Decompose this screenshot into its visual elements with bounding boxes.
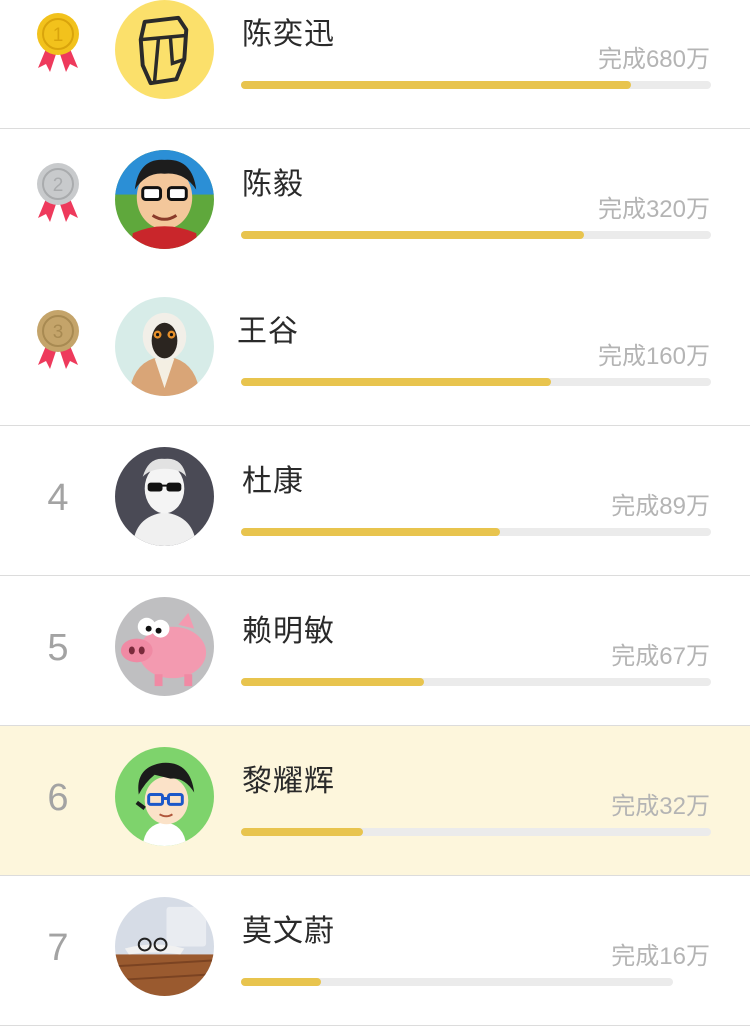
progress-track (241, 678, 711, 686)
ranking-row[interactable]: 5 赖明敏完成67万 (0, 576, 750, 726)
progress-fill (241, 528, 500, 536)
progress-track (241, 528, 711, 536)
ranking-row[interactable]: 2 陈毅完成320万 (0, 129, 750, 279)
rank-number: 4 (47, 477, 69, 519)
rank-number: 7 (47, 927, 69, 969)
ranking-row[interactable]: 6 黎耀辉完成32万 (0, 726, 750, 876)
avatar[interactable] (115, 897, 214, 996)
svg-text:2: 2 (53, 175, 64, 196)
svg-text:1: 1 (53, 25, 64, 46)
completion-text: 完成160万 (597, 343, 710, 370)
avatar[interactable] (115, 0, 214, 99)
bronze-medal-icon: 3 (34, 307, 82, 373)
completion-text: 完成320万 (597, 196, 710, 223)
progress-fill (241, 378, 551, 386)
user-name: 黎耀辉 (242, 764, 335, 799)
svg-text:3: 3 (53, 322, 64, 343)
user-name: 陈毅 (242, 167, 304, 202)
avatar[interactable] (115, 150, 214, 249)
ranking-row[interactable]: 1 陈奕迅完成680万 (0, 0, 750, 129)
gold-medal-icon: 1 (34, 10, 82, 76)
user-name: 王谷 (237, 314, 299, 349)
progress-track (241, 978, 673, 986)
ranking-row[interactable]: 7 莫文蔚完成16万 (0, 876, 750, 1026)
silver-medal-icon: 2 (34, 160, 82, 226)
user-name: 莫文蔚 (242, 914, 335, 949)
progress-track (241, 828, 711, 836)
avatar[interactable] (115, 597, 214, 696)
completion-text: 完成67万 (611, 643, 710, 670)
progress-fill (241, 678, 424, 686)
completion-text: 完成16万 (611, 943, 710, 970)
avatar[interactable] (115, 447, 214, 546)
avatar[interactable] (115, 297, 214, 396)
progress-fill (241, 81, 631, 89)
progress-track (241, 81, 711, 89)
progress-fill (241, 231, 584, 239)
progress-track (241, 378, 711, 386)
progress-fill (241, 978, 321, 986)
avatar[interactable] (115, 747, 214, 846)
user-name: 赖明敏 (242, 614, 335, 649)
rank-number: 6 (47, 777, 69, 819)
rank-number: 5 (47, 627, 69, 669)
ranking-row[interactable]: 3 王谷完成160万 (0, 276, 750, 426)
completion-text: 完成89万 (611, 493, 710, 520)
user-name: 陈奕迅 (242, 17, 335, 52)
progress-track (241, 231, 711, 239)
user-name: 杜康 (242, 464, 304, 499)
ranking-row[interactable]: 4 杜康完成89万 (0, 426, 750, 576)
progress-fill (241, 828, 363, 836)
completion-text: 完成680万 (597, 46, 710, 73)
completion-text: 完成32万 (611, 793, 710, 820)
